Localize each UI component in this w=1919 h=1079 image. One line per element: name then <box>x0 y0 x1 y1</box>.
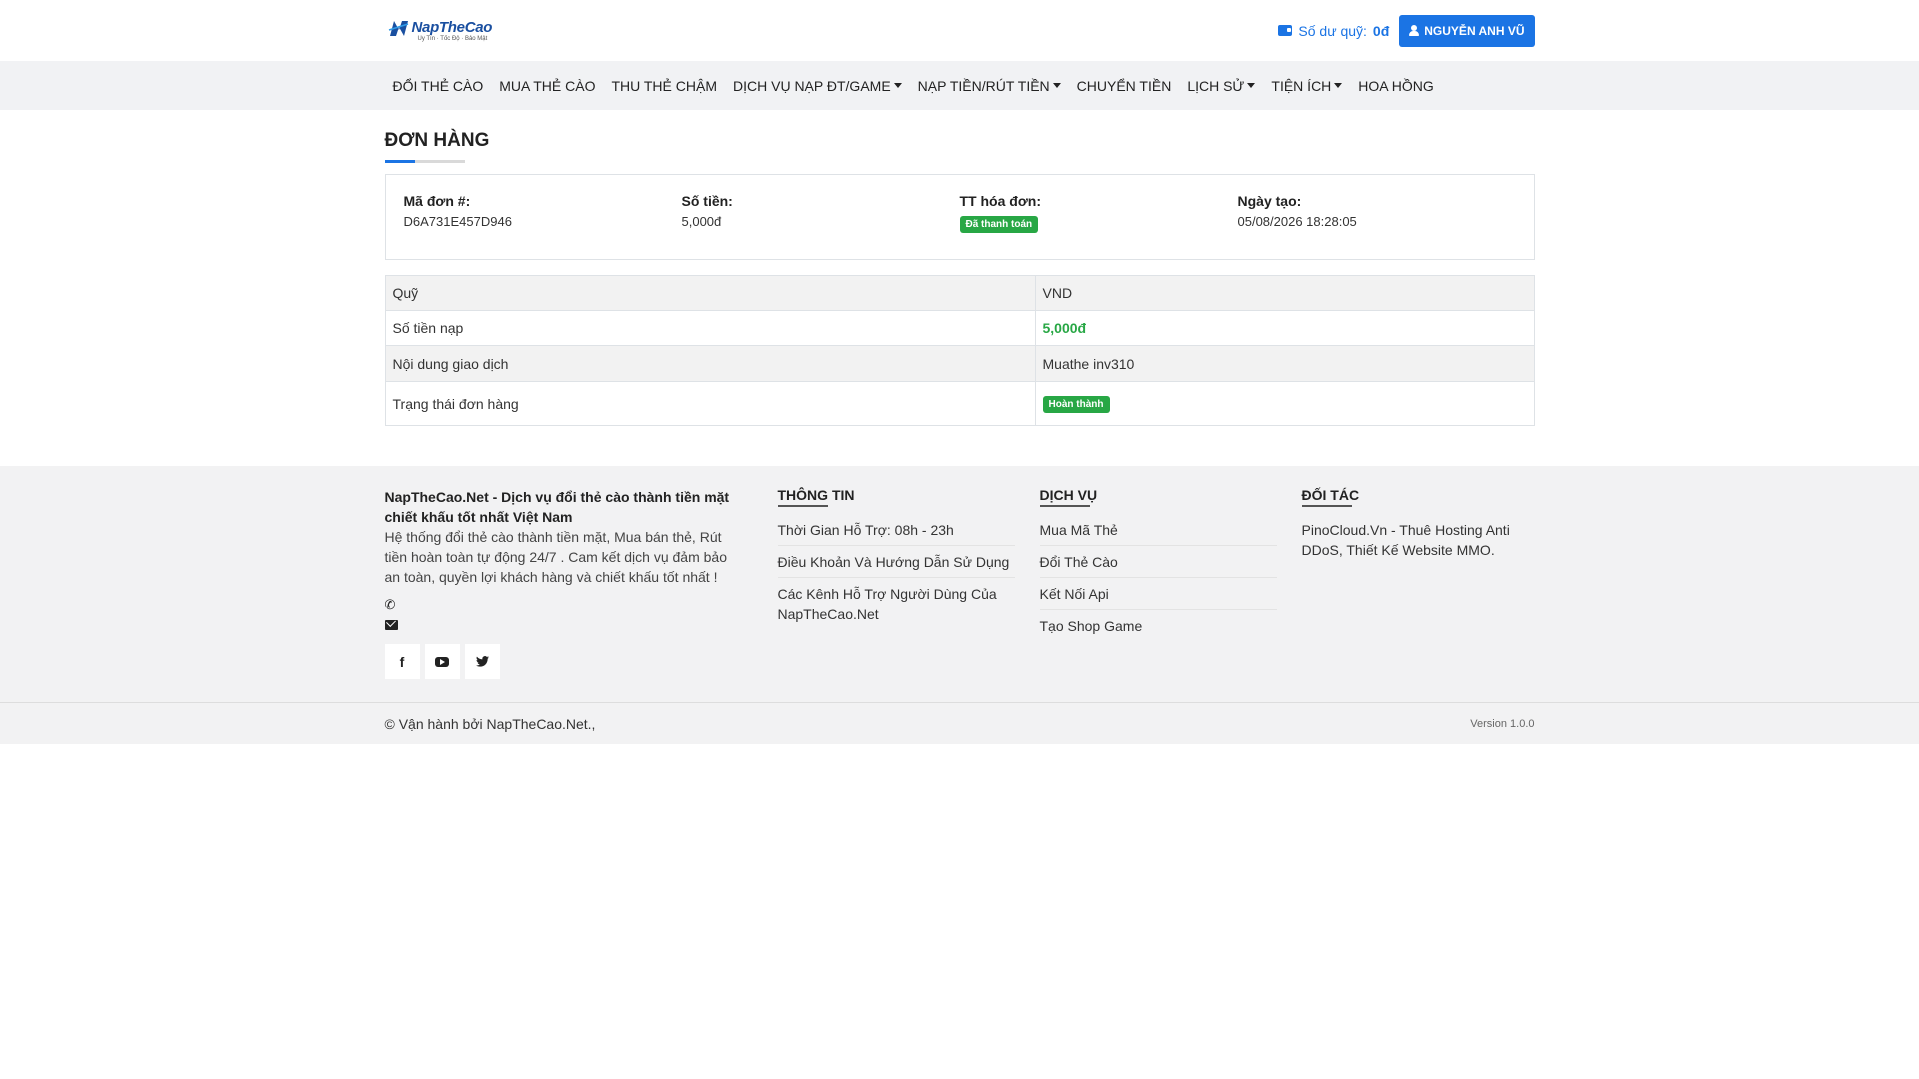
table-row: Trạng thái đơn hàng Hoàn thành <box>384 381 1535 426</box>
order-amount-value: 5,000đ <box>681 214 722 229</box>
row-value: 5,000đ <box>1034 310 1535 346</box>
footer-services: DỊCH VỤ Mua Mã Thẻ Đổi Thẻ Cào Kết Nối A… <box>1039 487 1302 679</box>
twitter-icon[interactable] <box>464 644 500 679</box>
row-label: Trạng thái đơn hàng <box>384 381 1036 426</box>
created-date-label: Ngày tạo: <box>1237 193 1302 209</box>
invoice-status-group: TT hóa đơn: Đã thanh toán <box>959 193 1238 259</box>
nav-label: HOA HỒNG <box>1358 77 1434 94</box>
nav-item-doi-the-cao[interactable]: ĐỔI THẺ CÀO <box>385 61 492 110</box>
nav-item-hoa-hong[interactable]: HOA HỒNG <box>1350 61 1441 110</box>
footer-bottom-bar: © Vận hành bởi NapTheCao.Net., Version 1… <box>0 702 1919 744</box>
balance-display: Số dư quỹ: 0đ <box>1278 23 1389 39</box>
nav-label: ĐỔI THẺ CÀO <box>392 77 484 94</box>
caret-down-icon <box>893 83 902 88</box>
caret-down-icon <box>1247 83 1256 88</box>
footer-link-api[interactable]: Kết Nối Api <box>1039 584 1277 610</box>
footer-info-heading: THÔNG TIN <box>777 487 855 507</box>
nav-label: TIỆN ÍCH <box>1271 77 1332 94</box>
user-account-button[interactable]: NGUYỄN ANH VŨ <box>1399 14 1535 47</box>
social-links: f <box>384 644 778 679</box>
order-id-value: D6A731E457D946 <box>403 214 512 229</box>
footer-link-terms[interactable]: Điều Khoản Và Hướng Dẫn Sử Dụng <box>777 552 1015 578</box>
nav-item-lich-su[interactable]: LỊCH SỬ <box>1179 61 1263 110</box>
nav-label: LỊCH SỬ <box>1187 77 1245 94</box>
table-row: Nội dung giao dịch Muathe inv310 <box>384 345 1535 382</box>
invoice-status-label: TT hóa đơn: <box>959 193 1042 209</box>
order-id-group: Mã đơn #: D6A731E457D946 <box>404 193 682 259</box>
table-row: Số tiền nạp 5,000đ <box>384 310 1535 346</box>
main-content: ĐƠN HÀNG Mã đơn #: D6A731E457D946 Số tiề… <box>0 110 1919 466</box>
caret-down-icon <box>1052 83 1061 88</box>
created-date-group: Ngày tạo: 05/08/2026 18:28:05 <box>1238 193 1516 259</box>
footer-partners: ĐỐI TÁC PinoCloud.Vn - Thuê Hosting Anti… <box>1301 487 1535 679</box>
row-value: VND <box>1034 275 1535 311</box>
footer-description: Hệ thống đổi thẻ cào thành tiền mặt, Mua… <box>384 529 727 585</box>
deposit-amount: 5,000đ <box>1042 320 1087 336</box>
footer-partner-link[interactable]: PinoCloud.Vn - Thuê Hosting Anti DDoS, T… <box>1302 520 1527 560</box>
row-value: Hoàn thành <box>1034 381 1535 426</box>
nav-label: DỊCH VỤ NẠP ĐT/GAME <box>733 77 891 94</box>
row-label: Số tiền nạp <box>384 310 1036 346</box>
logo-mark-icon <box>388 20 408 36</box>
order-status-badge: Hoàn thành <box>1042 396 1110 413</box>
page-title: ĐƠN HÀNG <box>384 130 490 151</box>
footer-about: NapTheCao.Net - Dịch vụ đổi thẻ cào thàn… <box>384 487 778 679</box>
phone-icon: ✆ <box>384 597 396 612</box>
order-amount-label: Số tiền: <box>681 193 733 209</box>
copyright-text: © Vận hành bởi NapTheCao.Net., <box>384 716 596 732</box>
mail-icon <box>384 620 398 630</box>
title-underline <box>384 160 465 163</box>
order-amount-group: Số tiền: 5,000đ <box>682 193 960 259</box>
row-label: Nội dung giao dịch <box>384 345 1036 382</box>
footer-brand: NapTheCao.Net - Dịch vụ đổi thẻ cào thàn… <box>384 489 730 525</box>
balance-label: Số dư quỹ: <box>1298 22 1367 39</box>
invoice-status-badge: Đã thanh toán <box>959 216 1039 233</box>
footer-services-heading: DỊCH VỤ <box>1039 487 1097 507</box>
nav-item-nap-rut-tien[interactable]: NẠP TIỀN/RÚT TIỀN <box>910 61 1069 110</box>
top-header: NapTheCao Uy Tín · Tốc Độ · Bảo Mật Số d… <box>0 0 1919 61</box>
nav-label: NẠP TIỀN/RÚT TIỀN <box>917 77 1050 94</box>
facebook-icon[interactable]: f <box>384 644 420 679</box>
logo-tagline: Uy Tín · Tốc Độ · Bảo Mật <box>417 35 488 42</box>
order-id-label: Mã đơn #: <box>403 193 471 209</box>
main-nav: ĐỔI THẺ CÀO MUA THẺ CÀO THU THẺ CHẬM DỊC… <box>0 61 1919 110</box>
row-value: Muathe inv310 <box>1034 345 1535 382</box>
nav-item-dich-vu-nap[interactable]: DỊCH VỤ NẠP ĐT/GAME <box>725 61 910 110</box>
footer-link-exchange-card[interactable]: Đổi Thẻ Cào <box>1039 552 1277 578</box>
site-logo[interactable]: NapTheCao Uy Tín · Tốc Độ · Bảo Mật <box>388 18 493 42</box>
order-detail-table: Quỹ VND Số tiền nạp 5,000đ Nội dung giao… <box>384 275 1535 426</box>
site-footer: NapTheCao.Net - Dịch vụ đổi thẻ cào thàn… <box>0 466 1919 702</box>
nav-item-mua-the-cao[interactable]: MUA THẺ CÀO <box>491 61 603 110</box>
version-text: Version 1.0.0 <box>1470 718 1535 730</box>
logo-text: NapTheCao <box>411 19 493 36</box>
nav-item-chuyen-tien[interactable]: CHUYỂN TIỀN <box>1069 61 1180 110</box>
footer-contact: ✆ <box>384 597 778 630</box>
wallet-icon <box>1278 25 1293 36</box>
table-row: Quỹ VND <box>384 275 1535 311</box>
user-name: NGUYỄN ANH VŨ <box>1424 23 1525 38</box>
user-icon <box>1409 25 1420 36</box>
created-date-value: 05/08/2026 18:28:05 <box>1237 214 1357 229</box>
nav-label: MUA THẺ CÀO <box>499 77 596 94</box>
youtube-icon[interactable] <box>424 644 460 679</box>
nav-label: THU THẺ CHẬM <box>611 77 717 94</box>
nav-item-tien-ich[interactable]: TIỆN ÍCH <box>1263 61 1350 110</box>
footer-link-create-shop[interactable]: Tạo Shop Game <box>1040 616 1277 641</box>
nav-label: CHUYỂN TIỀN <box>1076 77 1172 94</box>
caret-down-icon <box>1334 83 1343 88</box>
balance-value: 0đ <box>1372 22 1390 39</box>
footer-link-buy-card[interactable]: Mua Mã Thẻ <box>1039 520 1277 546</box>
footer-info: THÔNG TIN Thời Gian Hỗ Trợ: 08h - 23h Đi… <box>777 487 1040 679</box>
nav-item-thu-the-cham[interactable]: THU THẺ CHẬM <box>603 61 725 110</box>
footer-link-support-channels[interactable]: Các Kênh Hỗ Trợ Người Dùng Của NapTheCao… <box>778 584 1015 629</box>
row-label: Quỹ <box>384 275 1036 311</box>
order-summary-card: Mã đơn #: D6A731E457D946 Số tiền: 5,000đ… <box>384 174 1535 260</box>
footer-link-support-time[interactable]: Thời Gian Hỗ Trợ: 08h - 23h <box>777 520 1015 546</box>
footer-partners-heading: ĐỐI TÁC <box>1301 487 1359 507</box>
